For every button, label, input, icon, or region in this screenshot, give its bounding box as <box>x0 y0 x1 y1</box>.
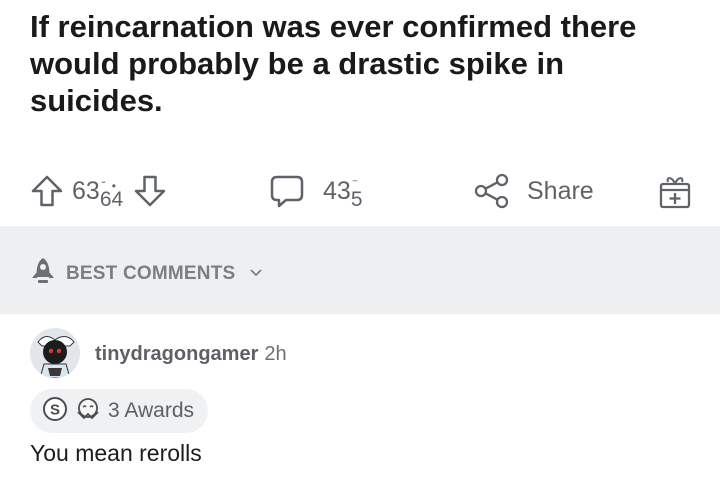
comment-age: 2h <box>264 343 287 365</box>
share-label: Share <box>527 176 594 205</box>
arrow-down-icon[interactable] <box>133 174 167 208</box>
comments-button[interactable]: 43 ‾ 5 <box>269 166 363 216</box>
comment-author[interactable]: tinydragongamer <box>95 343 258 365</box>
comment-author-line: tinydragongamer 2h <box>95 343 287 366</box>
speech-bubble-icon <box>269 173 305 209</box>
chevron-down-icon <box>249 265 263 283</box>
comment-body: You mean rerolls <box>30 440 202 466</box>
vote-group: 63 ˘• 64 <box>30 166 167 216</box>
post-action-bar: 63 ˘• 64 43 ‾ 5 Share <box>0 166 720 216</box>
comment-count: 43 ‾ 5 <box>323 176 363 211</box>
share-button[interactable]: Share <box>473 166 594 216</box>
sort-selector[interactable]: BEST COMMENTS <box>30 256 263 291</box>
wholesome-award-icon <box>74 396 102 427</box>
comment-count-prefix: 43 <box>323 176 351 205</box>
comments-sort-bar: BEST COMMENTS <box>0 226 720 314</box>
arrow-up-icon[interactable] <box>30 174 64 208</box>
vote-count-rolling: ˘• 64 <box>99 178 124 211</box>
vote-count: 63 ˘• 64 <box>72 176 123 211</box>
awards-label: 3 Awards <box>108 399 194 422</box>
comment-count-rolling: ‾ 5 <box>350 178 363 211</box>
sort-label: BEST COMMENTS <box>66 262 236 284</box>
awards-pill[interactable]: S 3 Awards <box>30 389 208 433</box>
avatar[interactable] <box>30 328 80 378</box>
svg-text:S: S <box>50 401 60 418</box>
comment: tinydragongamer 2h S 3 Awards You mean re… <box>0 314 720 485</box>
vote-count-prefix: 63 <box>72 176 100 205</box>
rocket-icon <box>30 256 56 291</box>
give-award-button[interactable] <box>658 166 692 216</box>
share-nodes-icon <box>473 172 511 210</box>
post-title[interactable]: If reincarnation was ever confirmed ther… <box>30 8 690 119</box>
gift-plus-icon <box>658 172 692 210</box>
silver-award-icon: S <box>42 396 68 427</box>
